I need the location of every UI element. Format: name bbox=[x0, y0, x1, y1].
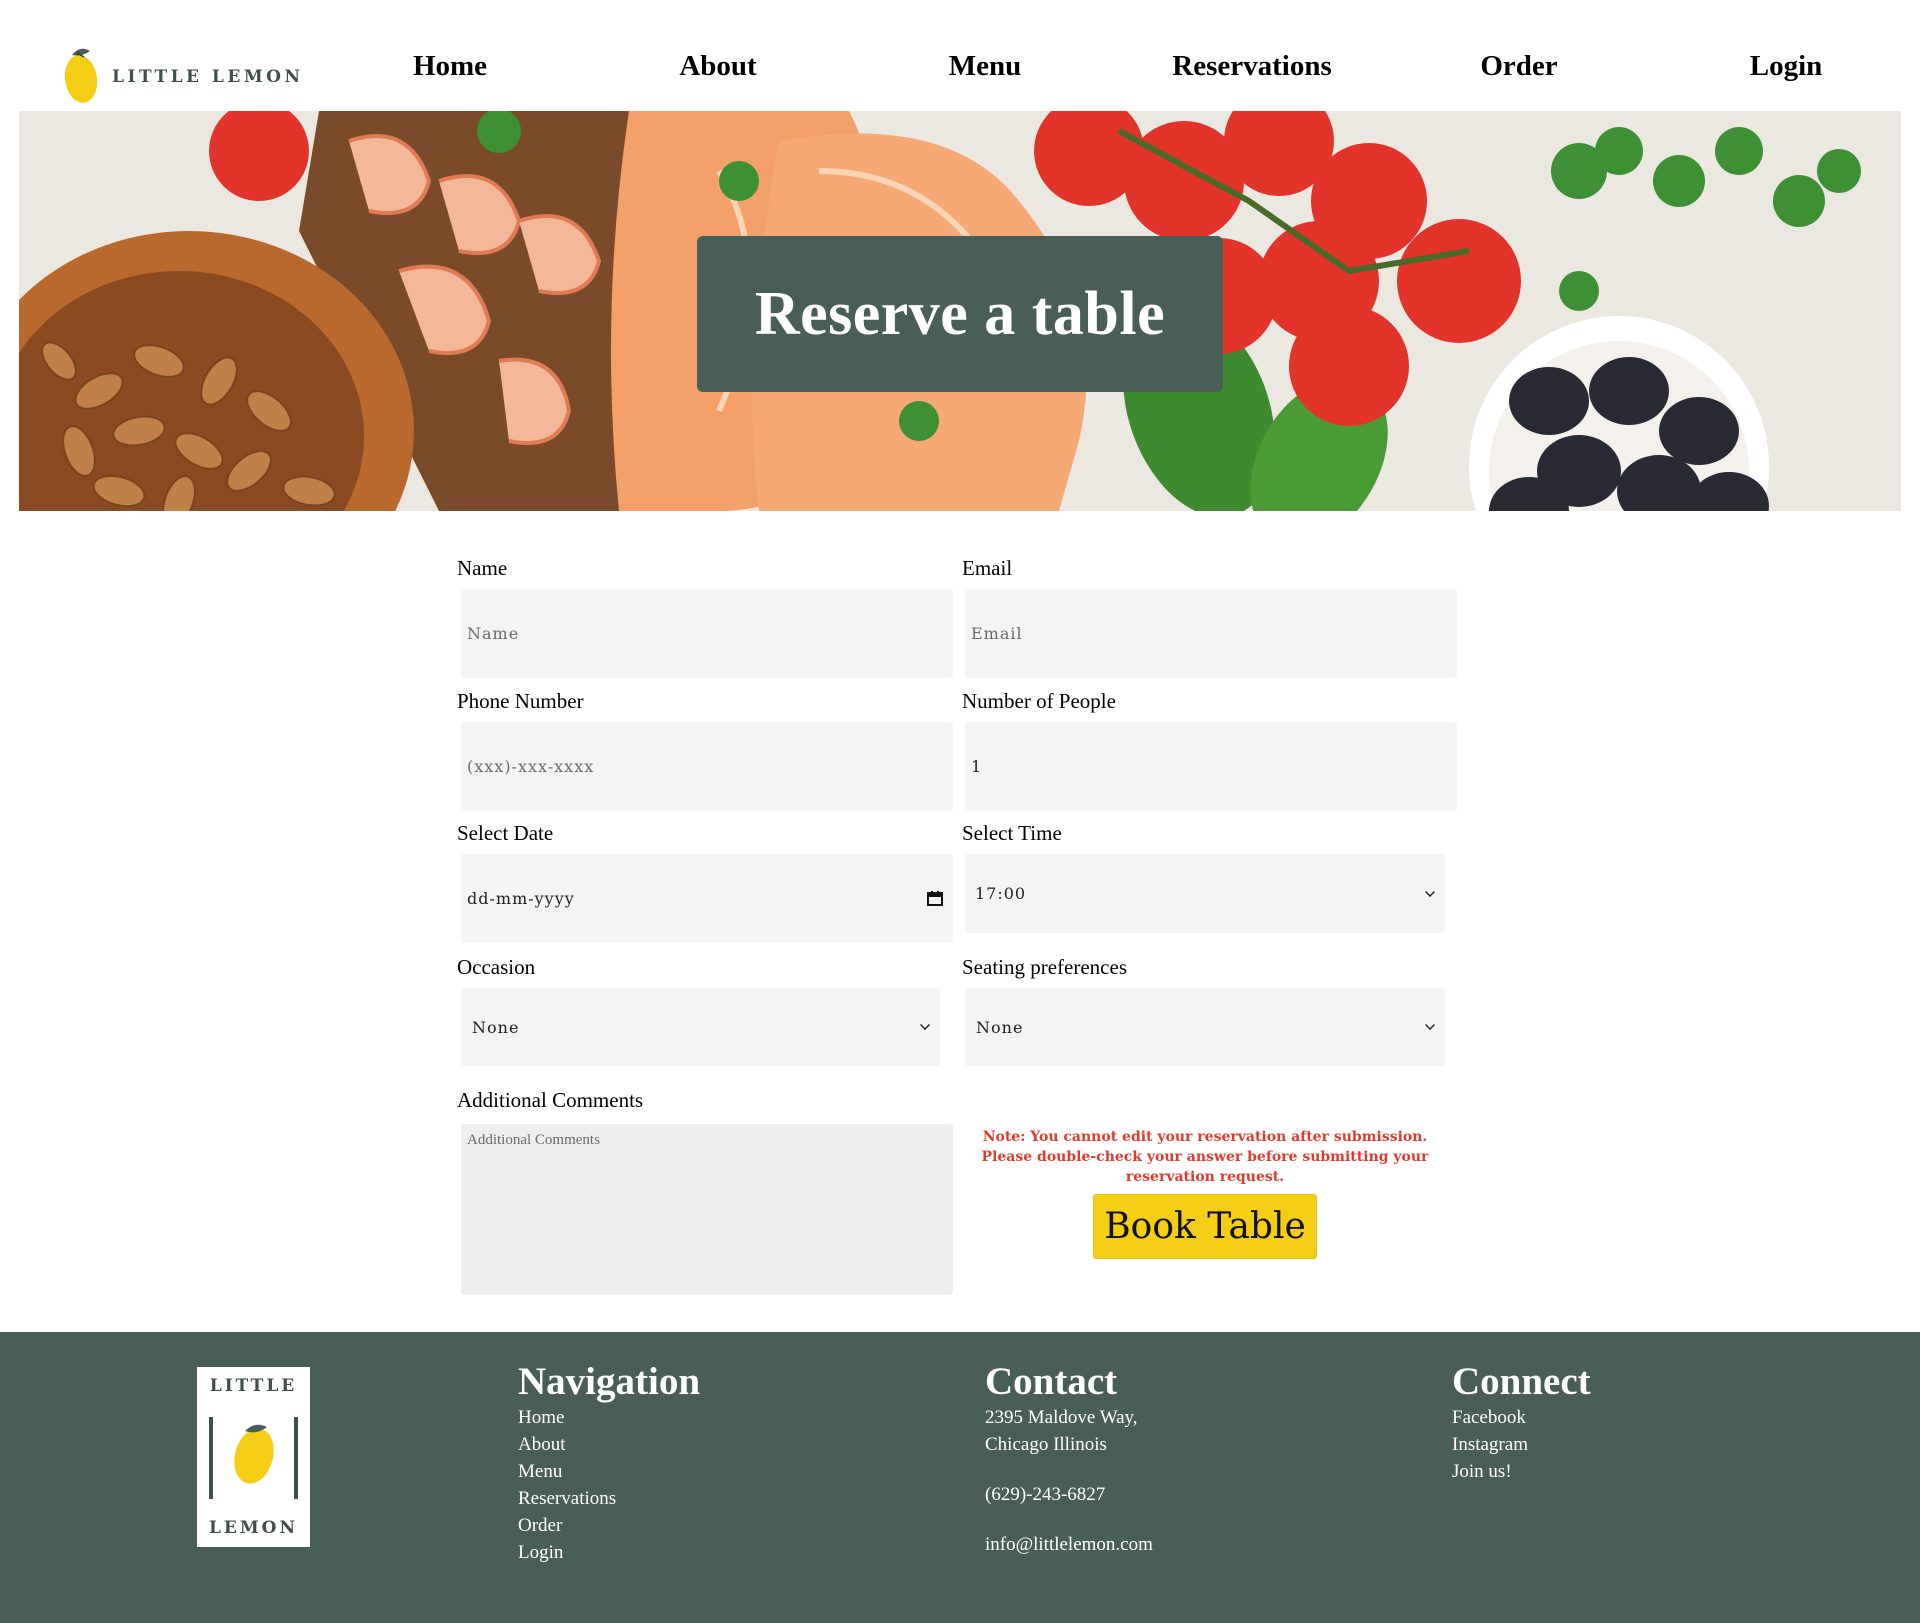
chevron-down-icon bbox=[920, 1020, 930, 1030]
phone-input[interactable]: (xxx)-xxx-xxxx bbox=[461, 722, 953, 811]
time-label: Select Time bbox=[962, 821, 1062, 845]
comments-label: Additional Comments bbox=[457, 1088, 644, 1112]
email-label: Email bbox=[962, 556, 1013, 580]
nav-about[interactable]: About bbox=[679, 50, 756, 83]
page-title: Reserve a table bbox=[754, 279, 1166, 348]
footer-navigation-title: Navigation bbox=[518, 1360, 701, 1403]
book-table-button[interactable]: Book Table bbox=[1093, 1194, 1317, 1259]
contact-phone[interactable]: (629)-243-6827 bbox=[985, 1481, 1153, 1508]
people-input[interactable]: 1 bbox=[965, 722, 1457, 811]
nav-login[interactable]: Login bbox=[1750, 50, 1823, 83]
footer-link-facebook[interactable]: Facebook bbox=[1452, 1404, 1591, 1431]
phone-label: Phone Number bbox=[457, 689, 584, 713]
footer-link-reservations[interactable]: Reservations bbox=[518, 1485, 700, 1512]
contact-email[interactable]: info@littlelemon.com bbox=[985, 1531, 1153, 1558]
contact-address-line2: Chicago Illinois bbox=[985, 1434, 1107, 1455]
occasion-label: Occasion bbox=[457, 955, 536, 979]
people-label: Number of People bbox=[962, 689, 1116, 713]
footer-link-order[interactable]: Order bbox=[518, 1512, 700, 1539]
site-header: LITTLE LEMON Home About Menu Reservation… bbox=[0, 0, 1920, 111]
seating-label: Seating preferences bbox=[962, 955, 1127, 979]
nav-home[interactable]: Home bbox=[413, 50, 487, 83]
contact-address-line1: 2395 Maldove Way, bbox=[985, 1407, 1138, 1428]
footer-link-instagram[interactable]: Instagram bbox=[1452, 1431, 1591, 1458]
footer-link-login[interactable]: Login bbox=[518, 1539, 700, 1566]
footer-logo-top: LITTLE bbox=[209, 1376, 298, 1396]
nav-reservations[interactable]: Reservations bbox=[1172, 50, 1331, 83]
submission-note: Note: You cannot edit your reservation a… bbox=[981, 1129, 1429, 1185]
chevron-down-icon bbox=[1425, 1020, 1435, 1030]
footer-link-menu[interactable]: Menu bbox=[518, 1458, 700, 1485]
footer-link-join-us[interactable]: Join us! bbox=[1452, 1458, 1591, 1485]
footer-connect-title: Connect bbox=[1452, 1360, 1591, 1403]
date-input[interactable]: dd-mm-yyyy bbox=[461, 854, 953, 943]
occasion-select-value: None bbox=[472, 1017, 520, 1037]
seating-select-value: None bbox=[976, 1017, 1024, 1037]
footer-link-about[interactable]: About bbox=[518, 1431, 700, 1458]
occasion-select[interactable]: None bbox=[461, 988, 940, 1066]
hero-title-box: Reserve a table bbox=[697, 236, 1223, 392]
footer-logo[interactable]: LITTLE LEMON bbox=[197, 1367, 310, 1547]
nav-menu[interactable]: Menu bbox=[949, 50, 1022, 83]
date-input-value: dd-mm-yyyy bbox=[467, 889, 575, 908]
nav-order[interactable]: Order bbox=[1480, 50, 1557, 83]
footer-connect: Connect Facebook Instagram Join us! bbox=[1452, 1360, 1591, 1485]
footer-contact: Contact 2395 Maldove Way, Chicago Illino… bbox=[985, 1360, 1153, 1558]
footer-navigation: Navigation Home About Menu Reservations … bbox=[518, 1360, 700, 1566]
seating-select[interactable]: None bbox=[965, 988, 1445, 1066]
time-select-value: 17:00 bbox=[975, 884, 1027, 903]
footer-link-home[interactable]: Home bbox=[518, 1404, 700, 1431]
comments-textarea[interactable]: Additional Comments bbox=[461, 1124, 953, 1295]
date-label: Select Date bbox=[457, 821, 554, 845]
email-input[interactable]: Email bbox=[965, 589, 1457, 678]
footer-contact-title: Contact bbox=[985, 1360, 1118, 1403]
name-label: Name bbox=[457, 556, 508, 580]
chevron-down-icon bbox=[1425, 886, 1435, 897]
hero-banner: Reserve a table bbox=[19, 111, 1901, 511]
time-select[interactable]: 17:00 bbox=[965, 854, 1445, 933]
main-nav: Home About Menu Reservations Order Login bbox=[0, 50, 1920, 90]
footer-logo-bottom: LEMON bbox=[208, 1518, 299, 1538]
calendar-icon[interactable] bbox=[927, 890, 943, 906]
site-footer: LITTLE LEMON Navigation Home About Menu … bbox=[0, 1332, 1920, 1623]
name-input[interactable]: Name bbox=[461, 589, 953, 678]
